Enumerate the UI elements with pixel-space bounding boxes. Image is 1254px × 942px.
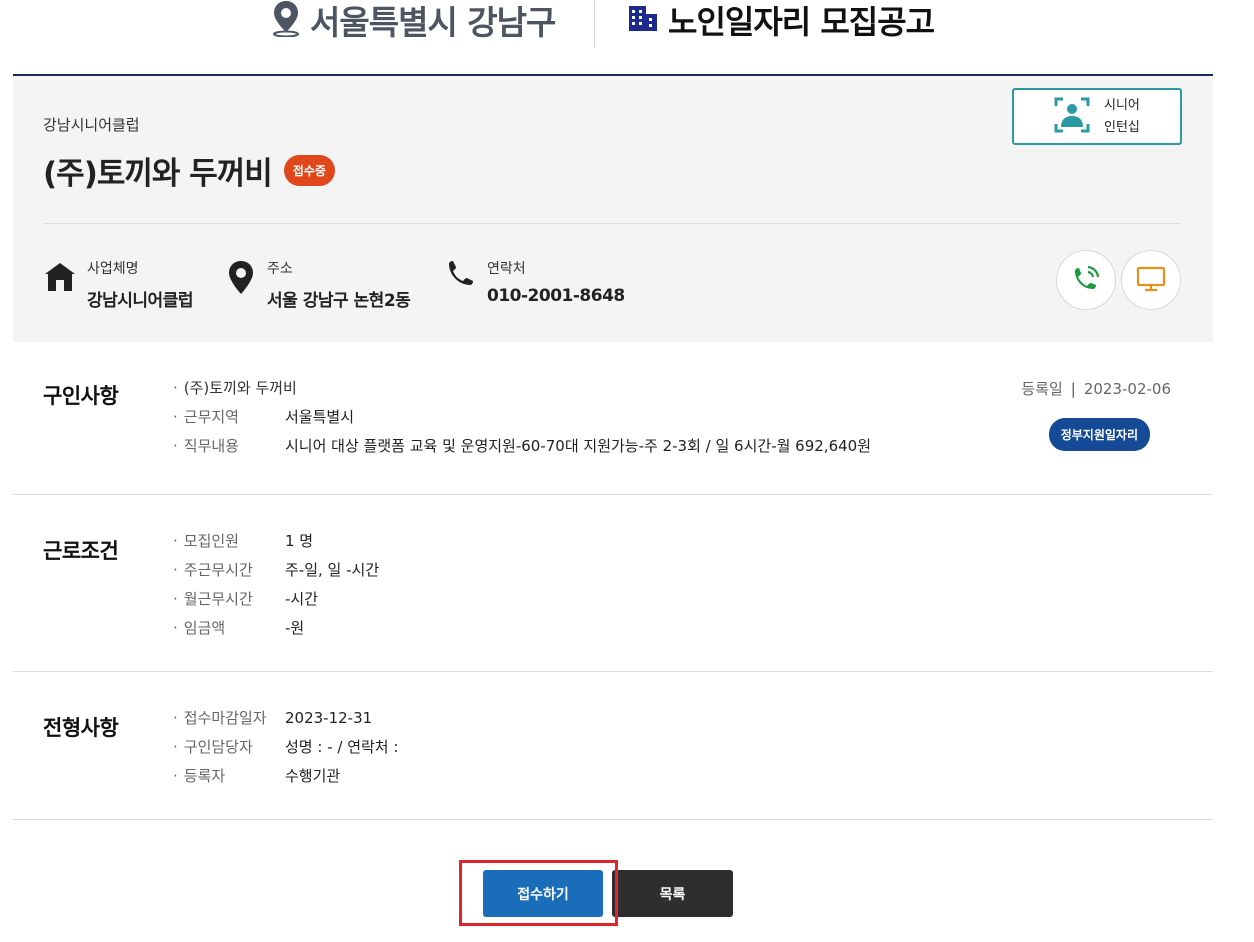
program-label: 시니어 인턴십: [1104, 97, 1140, 135]
person-frame-icon: [1054, 97, 1090, 137]
selection-section-title: 전형사항: [43, 716, 119, 740]
map-pin-icon: [225, 256, 257, 300]
business-value: 강남시니어클럽: [87, 291, 193, 311]
conditions-section: 근로조건 모집인원 1 명 주근무시간 주-일, 일 -시간 월근무시간 -시간…: [13, 495, 1213, 672]
selection-section: 전형사항 접수마감일자 2023-12-31 구인담당자 성명 : - / 연락…: [13, 672, 1213, 820]
top-header: 서울특별시 강남구 노인일자리 모집공고: [0, 0, 1254, 50]
table-row: 임금액 -원: [173, 613, 379, 642]
address-label: 주소: [267, 261, 293, 277]
phone-ringing-icon: [1070, 262, 1102, 298]
phone-icon: [443, 256, 477, 298]
table-row: 주근무시간 주-일, 일 -시간: [173, 555, 379, 584]
building-icon: [628, 3, 658, 37]
job-summary-panel: 강남시니어클럽 (주)토끼와 두꺼비 접수중 시니어 인턴십 사업체명 강남시니…: [13, 74, 1213, 342]
selection-rows: 접수마감일자 2023-12-31 구인담당자 성명 : - / 연락처 : 등…: [173, 703, 399, 790]
table-row: 등록자 수행기관: [173, 761, 398, 790]
conditions-rows: 모집인원 1 명 주근무시간 주-일, 일 -시간 월근무시간 -시간 임금액 …: [173, 526, 379, 642]
table-row: 월근무시간 -시간: [173, 584, 379, 613]
registration-date: 등록일 | 2023-02-06: [1021, 380, 1171, 398]
job-area-value: 서울특별시: [285, 408, 355, 426]
address-value: 서울 강남구 논현2동: [267, 291, 411, 311]
house-icon: [43, 256, 77, 298]
job-company-row: (주)토끼와 두꺼비: [173, 373, 871, 402]
job-details-rows: (주)토끼와 두꺼비 근무지역 서울특별시 직무내용 시니어 대상 플랫폼 교육…: [173, 373, 871, 460]
job-area-label: 근무지역: [173, 406, 285, 427]
company-heading: (주)토끼와 두꺼비 접수중: [43, 148, 335, 193]
region-text: 서울특별시 강남구: [310, 3, 556, 42]
website-button[interactable]: [1121, 250, 1181, 310]
region-title: 서울특별시 강남구: [270, 0, 556, 42]
page-title: 노인일자리 모집공고: [628, 0, 935, 41]
contact-label: 연락처: [487, 261, 526, 277]
job-duty-label: 직무내용: [173, 435, 285, 456]
job-area-row: 근무지역 서울특별시: [173, 402, 871, 431]
gov-support-badge: 정부지원일자리: [1048, 418, 1150, 451]
summary-divider: [43, 223, 1181, 224]
job-details-section: 구인사항 (주)토끼와 두꺼비 근무지역 서울특별시 직무내용 시니어 대상 플…: [13, 342, 1213, 495]
conditions-section-title: 근로조건: [43, 539, 119, 563]
business-info: 사업체명 강남시니어클럽: [43, 256, 193, 311]
address-info: 주소 서울 강남구 논현2동: [225, 256, 411, 311]
table-row: 접수마감일자 2023-12-31: [173, 703, 398, 732]
contact-info: 연락처 010-2001-8648: [443, 256, 625, 306]
org-name: 강남시니어클럽: [43, 116, 140, 134]
call-button[interactable]: [1056, 250, 1116, 310]
company-name: (주)토끼와 두꺼비: [43, 156, 273, 192]
table-row: 모집인원 1 명: [173, 526, 379, 555]
list-button[interactable]: 목록: [612, 870, 733, 917]
contact-value: 010-2001-8648: [487, 286, 625, 306]
senior-internship-button[interactable]: 시니어 인턴십: [1012, 88, 1182, 145]
header-divider: [594, 0, 595, 48]
job-section-title: 구인사항: [43, 384, 119, 408]
table-row: 구인담당자 성명 : - / 연락처 :: [173, 732, 399, 761]
status-badge: 접수중: [283, 155, 335, 186]
job-company-value: (주)토끼와 두꺼비: [173, 377, 297, 398]
job-duty-row: 직무내용 시니어 대상 플랫폼 교육 및 운영지원-60-70대 지원가능-주 …: [173, 431, 871, 460]
page-title-text: 노인일자리 모집공고: [668, 3, 935, 41]
monitor-icon: [1135, 262, 1167, 298]
location-pin-icon: [270, 0, 302, 41]
job-duty-value: 시니어 대상 플랫폼 교육 및 운영지원-60-70대 지원가능-주 2-3회 …: [285, 437, 872, 455]
apply-highlight-box: [459, 860, 618, 926]
business-label: 사업체명: [87, 261, 139, 277]
